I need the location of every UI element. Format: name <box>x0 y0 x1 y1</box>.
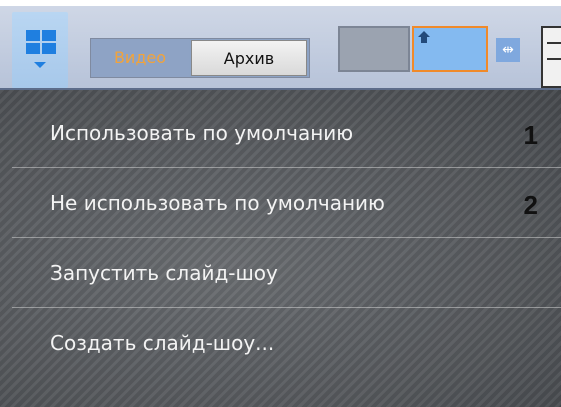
tab-video[interactable]: Видео <box>91 39 189 77</box>
menu-item-use-default[interactable]: Использовать по умолчанию 1 <box>12 98 561 168</box>
menu-item-label: Создать слайд-шоу... <box>50 331 275 355</box>
callout-number: 1 <box>523 120 538 150</box>
menu-item-start-slideshow[interactable]: Запустить слайд-шоу <box>12 238 561 308</box>
menu-item-label: Использовать по умолчанию <box>50 121 354 145</box>
context-menu: Использовать по умолчанию 1 Не использов… <box>0 90 561 407</box>
layout-grid-icon <box>26 30 56 54</box>
layout-thumbnail[interactable] <box>338 26 410 72</box>
split-arrows-icon[interactable]: ⇹ <box>496 38 520 62</box>
screenshot-root: Видео Архив ⇹ Использовать по умолчанию … <box>0 0 561 407</box>
chevron-down-icon <box>34 62 46 68</box>
panel-menu-icon[interactable] <box>541 26 561 88</box>
home-icon <box>418 31 430 43</box>
menu-item-label: Запустить слайд-шоу <box>50 261 278 285</box>
menu-item-label: Не использовать по умолчанию <box>50 191 385 215</box>
callout-number: 2 <box>523 190 538 220</box>
layout-thumbnail-active[interactable] <box>412 26 488 72</box>
menu-item-create-slideshow[interactable]: Создать слайд-шоу... <box>12 308 561 378</box>
toolbar: Видео Архив ⇹ <box>0 6 561 90</box>
tab-archive[interactable]: Архив <box>191 40 307 76</box>
layout-select-button[interactable] <box>12 12 68 88</box>
layout-thumbnails <box>338 26 488 72</box>
mode-switch: Видео Архив <box>90 38 310 78</box>
menu-item-not-use-default[interactable]: Не использовать по умолчанию 2 <box>12 168 561 238</box>
